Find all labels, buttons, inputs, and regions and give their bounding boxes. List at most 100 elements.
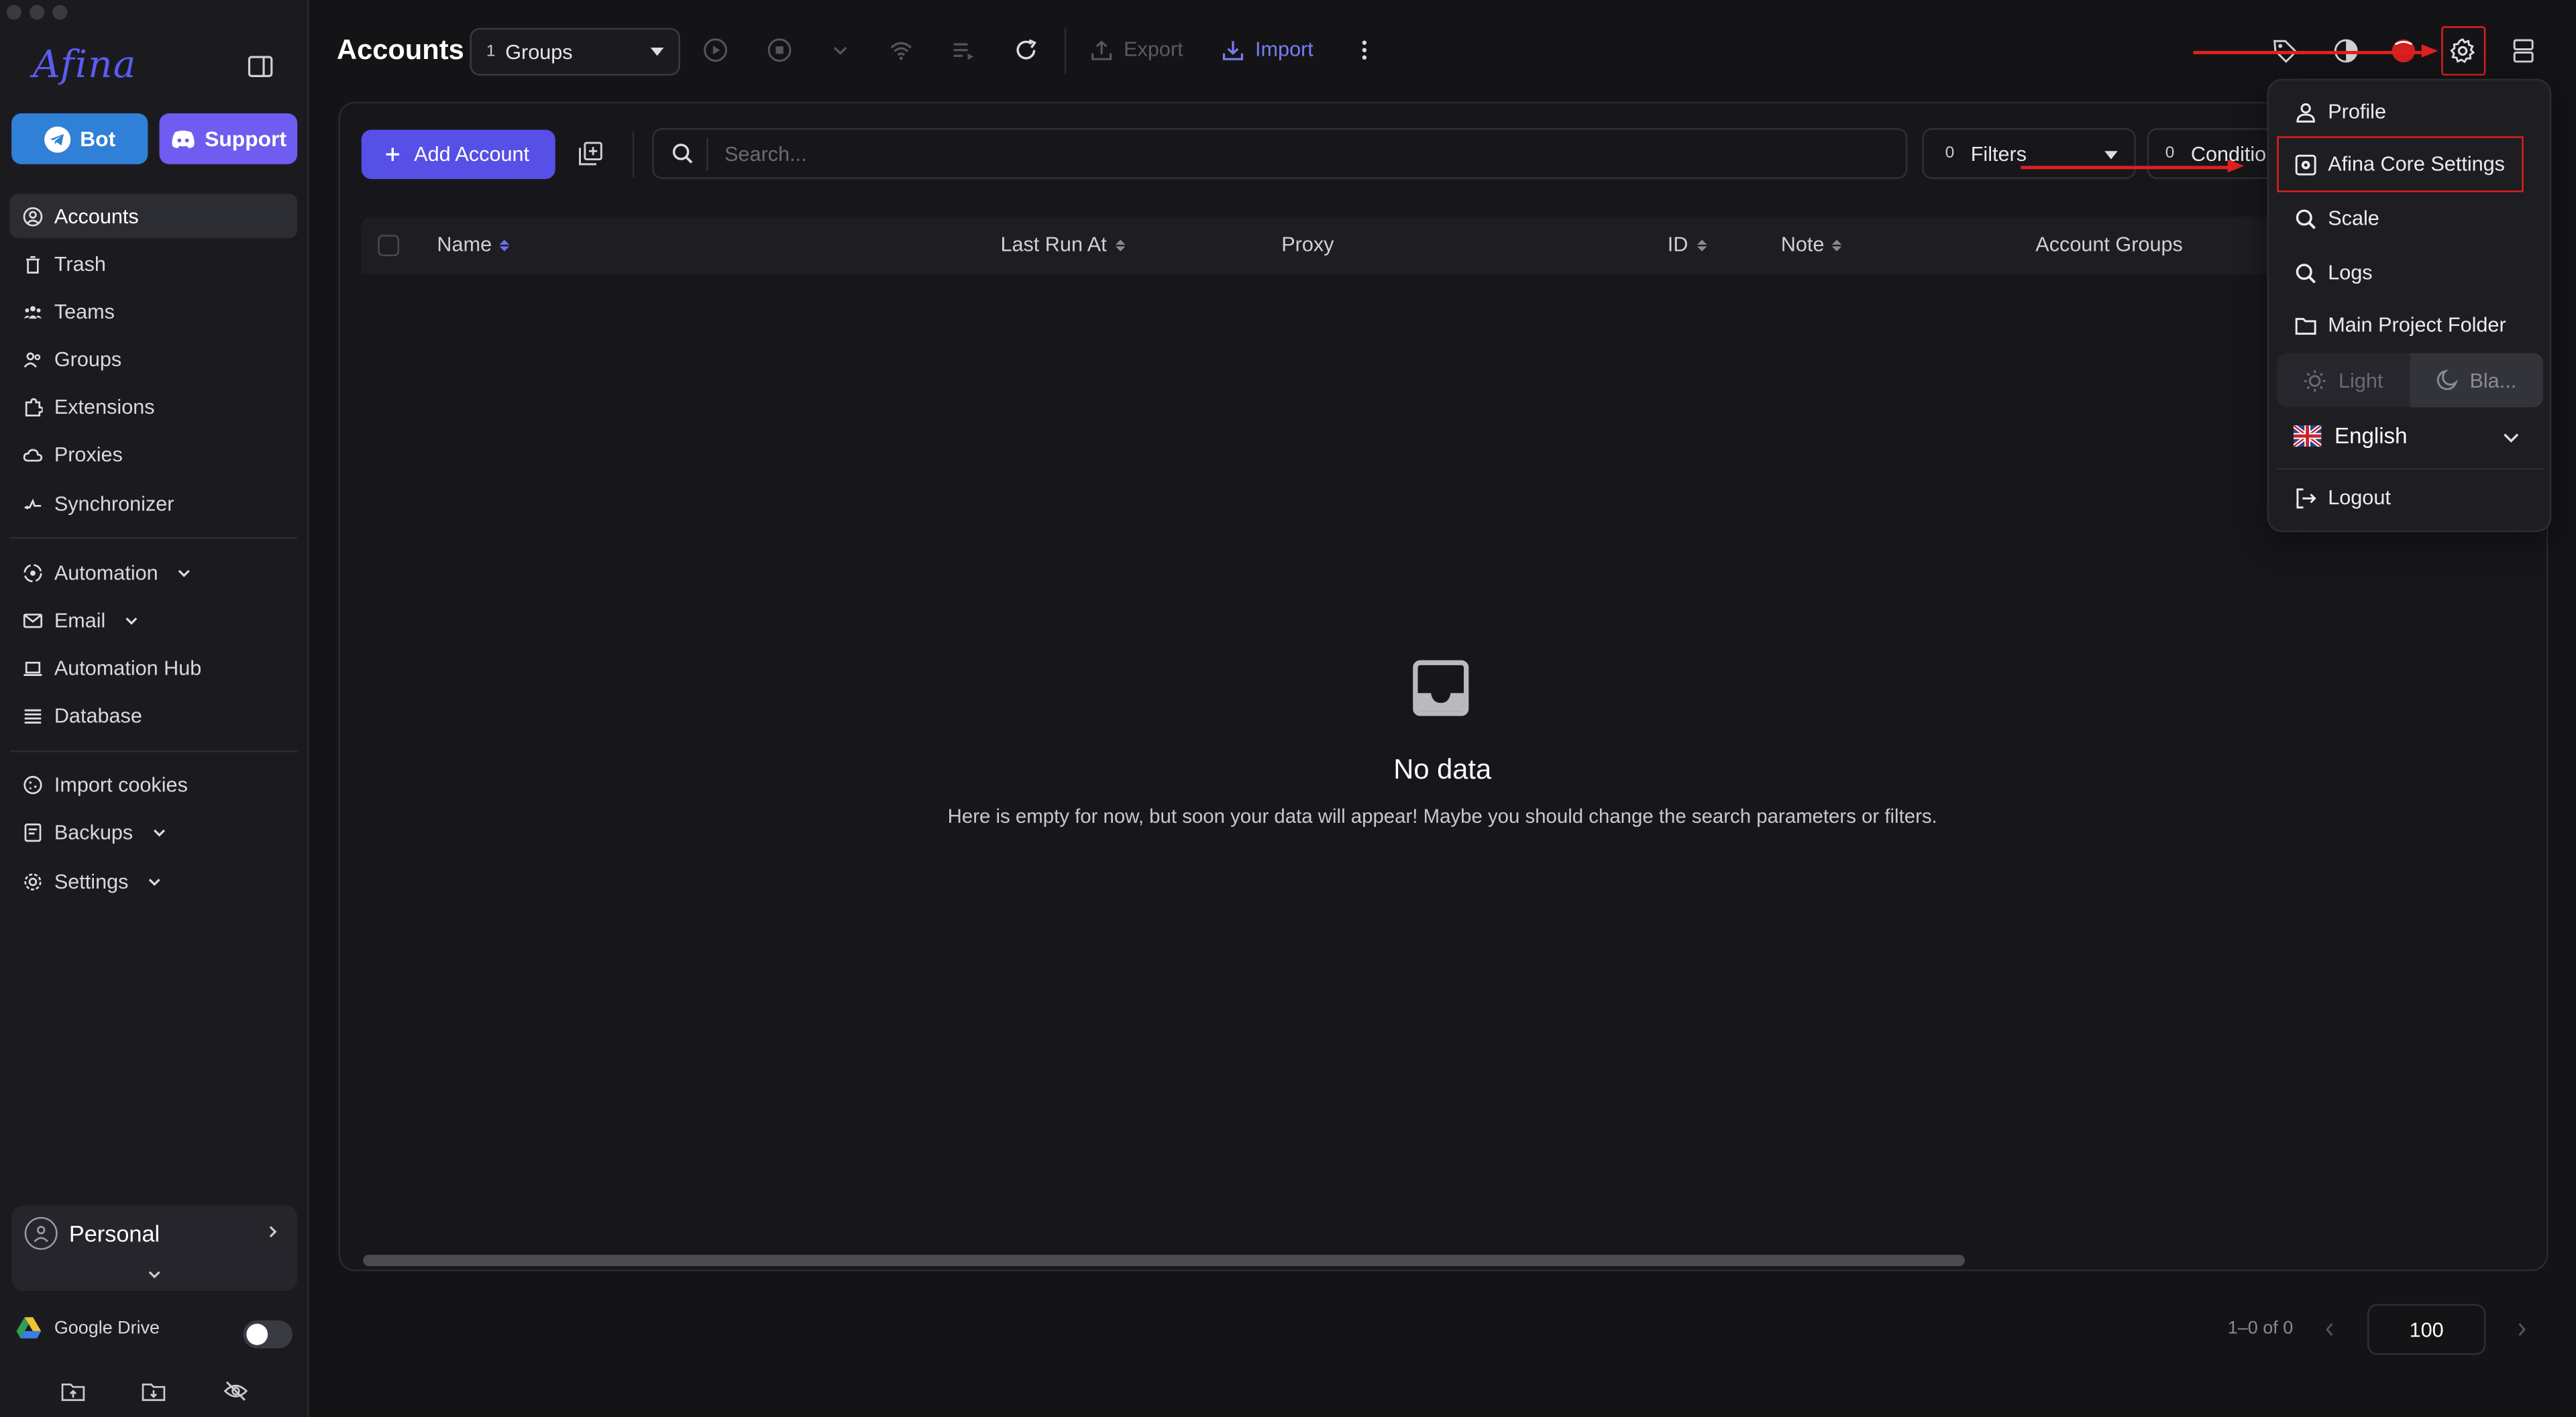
column-header-proxy: Proxy bbox=[1281, 233, 1334, 256]
refresh-icon[interactable] bbox=[1014, 38, 1038, 62]
chevron-right-icon[interactable] bbox=[264, 1224, 280, 1240]
sidebar-item-teams[interactable]: Teams bbox=[10, 290, 298, 334]
add-account-button[interactable]: Add Account bbox=[361, 129, 555, 179]
annotation-arrow-line bbox=[2193, 50, 2428, 54]
filters-label: Filters bbox=[1970, 141, 2027, 166]
chevron-left-icon[interactable] bbox=[2323, 1322, 2337, 1337]
column-header-name[interactable]: Name bbox=[437, 233, 511, 256]
chevron-right-icon[interactable] bbox=[2515, 1322, 2528, 1337]
empty-state-subtitle: Here is empty for now, but soon your dat… bbox=[947, 805, 1937, 828]
sun-icon bbox=[2304, 370, 2326, 391]
window-controls[interactable] bbox=[6, 5, 68, 20]
puzzle-icon bbox=[25, 398, 43, 417]
folder-icon bbox=[2295, 317, 2316, 334]
sidebar-bottom-actions bbox=[0, 1379, 309, 1402]
sort-icon bbox=[500, 239, 511, 251]
sidebar-collapse-icon[interactable] bbox=[248, 56, 273, 77]
column-header-id[interactable]: ID bbox=[1668, 233, 1707, 256]
support-button[interactable]: Support bbox=[159, 113, 298, 164]
sidebar-item-label: Teams bbox=[54, 300, 115, 324]
column-header-note[interactable]: Note bbox=[1781, 233, 1843, 256]
menu-item-logs[interactable]: Logs bbox=[2295, 261, 2373, 284]
eye-off-icon[interactable] bbox=[223, 1379, 248, 1402]
chevron-down-icon[interactable] bbox=[2502, 432, 2520, 445]
database-icon bbox=[24, 710, 42, 724]
google-drive-icon bbox=[16, 1317, 42, 1339]
download-icon bbox=[1222, 40, 1244, 60]
filters-count: 0 bbox=[1945, 144, 1955, 163]
sidebar-item-automation[interactable]: Automation bbox=[10, 551, 298, 595]
core-settings-annotation-box bbox=[2277, 136, 2524, 192]
menu-item-label: Logout bbox=[2328, 486, 2391, 510]
export-button[interactable]: Export bbox=[1091, 38, 1183, 61]
sidebar-item-trash[interactable]: Trash bbox=[10, 241, 298, 286]
sidebar-divider bbox=[9, 750, 298, 752]
playlist-icon[interactable] bbox=[951, 38, 976, 62]
play-icon[interactable] bbox=[703, 38, 728, 62]
chevron-down-icon bbox=[126, 617, 138, 625]
import-button[interactable]: Import bbox=[1222, 38, 1313, 61]
theme-light-option[interactable]: Light bbox=[2277, 353, 2410, 408]
sidebar-item-automation-hub[interactable]: Automation Hub bbox=[10, 646, 298, 691]
wifi-icon[interactable] bbox=[889, 38, 914, 62]
more-vertical-icon[interactable] bbox=[1352, 38, 1377, 62]
table-header: Name Last Run At Proxy ID Note Account G… bbox=[361, 217, 2284, 274]
menu-item-main-project-folder[interactable]: Main Project Folder bbox=[2295, 314, 2506, 337]
sidebar-item-proxies[interactable]: Proxies bbox=[10, 433, 298, 477]
bot-button[interactable]: Bot bbox=[11, 113, 148, 164]
menu-item-profile[interactable]: Profile bbox=[2295, 100, 2386, 123]
chevron-down-icon[interactable] bbox=[146, 1266, 162, 1282]
plus-icon bbox=[386, 148, 400, 162]
app-window: Afina Bot Support Accounts Trash Teams G… bbox=[0, 0, 2576, 1417]
search-placeholder: Search... bbox=[724, 141, 807, 166]
search-icon bbox=[2296, 263, 2316, 283]
google-drive-row: Google Drive bbox=[16, 1317, 160, 1339]
sidebar-item-label: Extensions bbox=[54, 396, 155, 420]
sidebar-item-database[interactable]: Database bbox=[10, 694, 298, 738]
workspace-switcher[interactable]: Personal bbox=[11, 1205, 298, 1291]
telegram-icon bbox=[44, 125, 70, 152]
groups-label: Groups bbox=[505, 40, 573, 64]
user-icon bbox=[2296, 102, 2315, 122]
sidebar-item-synchronizer[interactable]: Synchronizer bbox=[10, 481, 298, 526]
caret-down-icon bbox=[2104, 151, 2118, 160]
user-icon bbox=[34, 1226, 49, 1243]
import-label: Import bbox=[1255, 38, 1313, 61]
horizontal-scrollbar[interactable] bbox=[363, 1255, 1966, 1267]
layout-rows-icon[interactable] bbox=[2510, 38, 2536, 64]
google-drive-toggle[interactable] bbox=[243, 1320, 292, 1349]
groups-select[interactable]: 1 Groups bbox=[470, 27, 680, 76]
toolbar-divider bbox=[1064, 27, 1067, 74]
bulk-add-icon[interactable] bbox=[578, 141, 603, 166]
annotation-arrow-line bbox=[2021, 166, 2231, 169]
theme-dark-label: Bla... bbox=[2469, 368, 2517, 392]
empty-state-title: No data bbox=[1393, 754, 1492, 785]
language-select[interactable]: English bbox=[2293, 424, 2407, 449]
pagination-range: 1–0 of 0 bbox=[2227, 1318, 2294, 1339]
sidebar-item-extensions[interactable]: Extensions bbox=[10, 386, 298, 430]
menu-item-logout[interactable]: Logout bbox=[2295, 486, 2391, 509]
column-header-last-run[interactable]: Last Run At bbox=[1000, 233, 1125, 256]
theme-switch: Light Bla... bbox=[2277, 353, 2544, 408]
page-size-input[interactable]: 100 bbox=[2367, 1304, 2486, 1355]
automation-icon bbox=[23, 563, 42, 582]
menu-item-label: Scale bbox=[2328, 207, 2379, 230]
chevron-down-icon[interactable] bbox=[828, 38, 853, 62]
select-all-checkbox[interactable] bbox=[378, 235, 400, 257]
mail-icon bbox=[23, 613, 43, 628]
search-input[interactable]: Search... bbox=[652, 128, 1908, 179]
upload-folder-icon[interactable] bbox=[61, 1379, 86, 1402]
page-title: Accounts bbox=[337, 34, 464, 66]
sidebar-item-accounts[interactable]: Accounts bbox=[9, 193, 298, 239]
stop-icon[interactable] bbox=[767, 38, 792, 62]
sidebar-item-email[interactable]: Email bbox=[10, 598, 298, 642]
theme-dark-option[interactable]: Bla... bbox=[2410, 353, 2544, 408]
filters-select[interactable]: 0 Filters bbox=[1922, 128, 2136, 179]
download-folder-icon[interactable] bbox=[142, 1379, 167, 1402]
sidebar-item-label: Automation bbox=[54, 561, 158, 584]
sidebar-item-settings[interactable]: Settings bbox=[10, 859, 298, 903]
sidebar-item-groups[interactable]: Groups bbox=[10, 337, 298, 382]
conditions-select[interactable]: 0 Conditions bbox=[2147, 128, 2279, 179]
menu-item-label: Logs bbox=[2328, 261, 2373, 284]
menu-item-scale[interactable]: Scale bbox=[2295, 207, 2379, 230]
